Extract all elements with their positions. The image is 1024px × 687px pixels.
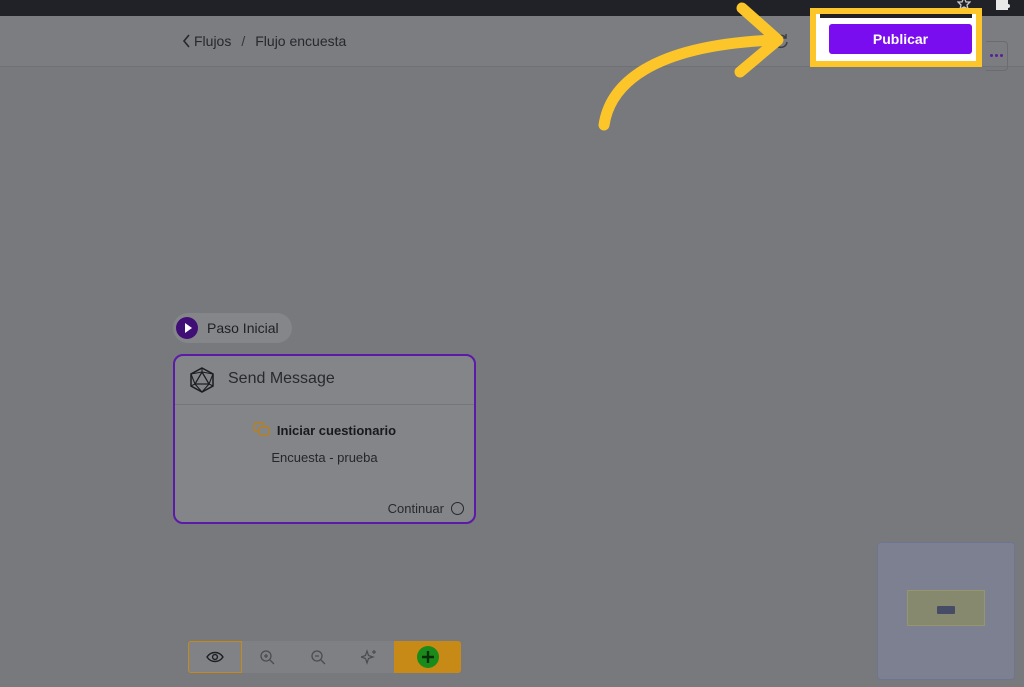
zoom-out-icon <box>311 650 326 665</box>
start-step-label: Paso Inicial <box>207 320 279 336</box>
eye-icon <box>206 651 224 663</box>
add-icon <box>416 646 439 668</box>
node-step-subtitle: Encuesta - prueba <box>271 450 378 465</box>
breadcrumb-flujos[interactable]: Flujos <box>194 33 231 49</box>
minimap-node <box>937 606 955 614</box>
play-icon <box>176 317 198 339</box>
node-title: Send Message <box>228 370 335 387</box>
add-step-button[interactable] <box>394 641 461 673</box>
publish-highlight: Publicar <box>810 8 982 67</box>
icosahedron-icon <box>190 367 214 393</box>
node-output[interactable]: Continuar <box>388 501 464 516</box>
canvas-toolbar <box>188 641 461 673</box>
sparkle-icon <box>360 649 376 665</box>
annotation-arrow <box>598 2 784 131</box>
highlight-dark-edge <box>820 14 972 18</box>
breadcrumb-separator: / <box>241 33 246 49</box>
zoom-out-button[interactable] <box>292 641 344 673</box>
breadcrumb: Flujos / Flujo encuesta <box>182 33 346 49</box>
publish-button[interactable]: Publicar <box>829 24 972 54</box>
zoom-in-button[interactable] <box>241 641 293 673</box>
node-step: Iniciar cuestionario <box>175 422 474 438</box>
auto-layout-button[interactable] <box>343 641 395 673</box>
preview-button[interactable] <box>188 641 242 673</box>
minimap-viewport[interactable] <box>907 590 985 626</box>
more-options-button[interactable] <box>986 41 1008 71</box>
breadcrumb-current: Flujo encuesta <box>255 33 347 49</box>
chat-icon <box>253 422 270 436</box>
zoom-in-icon <box>260 650 275 665</box>
more-icon <box>990 54 993 57</box>
puzzle-icon[interactable] <box>994 0 1010 11</box>
start-step-pill[interactable]: Paso Inicial <box>173 313 292 343</box>
node-header: Send Message <box>175 356 474 405</box>
minimap[interactable] <box>877 542 1015 680</box>
output-handle-icon[interactable] <box>451 502 464 515</box>
chevron-left-icon <box>182 34 190 48</box>
node-output-label: Continuar <box>387 501 444 516</box>
back-link[interactable]: Flujos <box>182 33 231 49</box>
node-step-title: Iniciar cuestionario <box>276 423 397 438</box>
send-message-node[interactable]: Send Message Iniciar cuestionario Encues… <box>173 354 476 524</box>
